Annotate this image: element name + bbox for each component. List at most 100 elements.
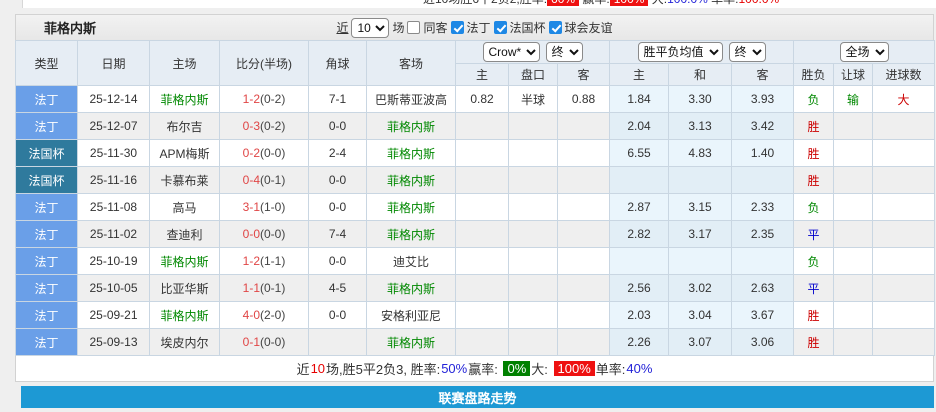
away-team: 菲格内斯 — [366, 274, 456, 302]
home-team: 菲格内斯 — [149, 85, 220, 113]
scope-select[interactable]: 全场 — [839, 42, 889, 62]
page-title: 菲格内斯 — [44, 21, 97, 36]
crow-away-odds — [556, 220, 611, 248]
half-time-score: (1-0) — [260, 200, 286, 214]
col-header-score: 比分(半场) — [219, 40, 309, 86]
half-time-score: (2-0) — [260, 308, 286, 322]
avg-away-odds: 2.63 — [731, 274, 795, 302]
avg-away-odds — [731, 247, 795, 275]
recent-count-select[interactable]: 10 — [351, 17, 390, 38]
corner-score: 7-4 — [308, 220, 367, 248]
match-date: 25-12-07 — [77, 112, 150, 140]
match-score: 1-2(1-1) — [219, 247, 309, 275]
subheader-avg-home: 主 — [609, 63, 670, 86]
crow-away-odds — [556, 301, 611, 329]
top-stats-mid1: 赢率: — [579, 0, 609, 6]
table-row: 法国杯 25-11-16 卡慕布莱 0-4(0-1) 0-0 菲格内斯胜 — [15, 166, 936, 194]
match-date: 25-09-13 — [77, 328, 150, 356]
goals-cell — [872, 139, 936, 167]
corner-score: 0-0 — [308, 247, 367, 275]
match-rows: 法丁 25-12-14 菲格内斯 1-2(0-2) 7-1 巴斯蒂亚波高 0.82 半球 0.8… — [15, 85, 936, 356]
corner-score: 7-1 — [308, 85, 367, 113]
stats-games-count: 10 — [310, 361, 326, 376]
type-badge: 法国杯 — [15, 166, 78, 194]
avg-away-odds: 3.93 — [731, 85, 795, 113]
type-badge: 法丁 — [15, 328, 78, 356]
bookmaker-select[interactable]: Crow* — [482, 42, 540, 62]
handicap-line — [508, 139, 558, 167]
half-time-score: (0-0) — [260, 335, 286, 349]
away-team: 巴斯蒂亚波高 — [366, 85, 456, 113]
match-score: 0-1(0-0) — [219, 328, 309, 356]
let-ball-cell — [833, 220, 874, 248]
panel-title-bar: 菲格内斯 近 10 场 同客 法丁 法国杯 球会友谊 — [15, 14, 934, 40]
goals-cell: 大 — [872, 85, 936, 113]
half-time-score: (0-1) — [260, 173, 286, 187]
let-ball-cell — [833, 166, 874, 194]
avg-away-odds: 2.35 — [731, 220, 795, 248]
table-row: 法丁 25-09-13 埃皮内尔 0-1(0-0) 菲格内斯 2.26 3.07 3.06 胜 — [15, 328, 936, 356]
home-team: 卡慕布莱 — [149, 166, 220, 194]
half-time-score: (0-1) — [260, 281, 286, 295]
match-history-table: 类型 日期 主场 比分(半场) 角球 客场 Crow* 终 胜平负均值 终 全场… — [15, 40, 936, 356]
subheader-handicap: 盘口 — [508, 63, 558, 86]
home-team: 布尔吉 — [149, 112, 220, 140]
home-team: 菲格内斯 — [149, 247, 220, 275]
result-cell: 胜 — [793, 328, 835, 356]
half-time-score: (1-1) — [260, 254, 286, 268]
col-header-home: 主场 — [149, 40, 220, 86]
crow-away-odds — [556, 328, 611, 356]
scope-group-header: 全场 — [793, 40, 936, 64]
home-team: 高马 — [149, 193, 220, 221]
avg-draw-odds: 3.07 — [668, 328, 733, 356]
avg-odds-select[interactable]: 胜平负均值 — [637, 42, 723, 62]
avg-odds-period-select[interactable]: 终 — [728, 42, 766, 62]
table-row: 法丁 25-11-08 高马 3-1(1-0) 0-0 菲格内斯 2.87 3.15 2.33 负 — [15, 193, 936, 221]
match-date: 25-11-08 — [77, 193, 150, 221]
type-badge: 法丁 — [15, 220, 78, 248]
corner-score: 0-0 — [308, 166, 367, 194]
recent-link[interactable]: 近 — [336, 19, 348, 36]
avg-draw-odds: 4.83 — [668, 139, 733, 167]
goals-cell — [872, 112, 936, 140]
friendly-checkbox[interactable] — [548, 21, 562, 34]
avg-draw-odds: 3.17 — [668, 220, 733, 248]
stats-big-badge: 100% — [553, 361, 595, 376]
match-score: 1-2(0-2) — [219, 85, 309, 113]
full-time-score: 0-1 — [242, 335, 260, 349]
type-badge: 法丁 — [15, 85, 78, 113]
handicap-line — [508, 112, 558, 140]
half-time-score: (0-0) — [260, 227, 286, 241]
crow-away-odds — [556, 274, 611, 302]
home-team: APM梅斯 — [149, 139, 220, 167]
crow-home-odds — [455, 247, 509, 275]
result-cell: 负 — [793, 247, 835, 275]
bookmaker-period-select[interactable]: 终 — [545, 42, 583, 62]
crow-home-odds — [455, 139, 509, 167]
subheader-crow-home: 主 — [455, 63, 509, 86]
result-cell: 负 — [793, 193, 835, 221]
avg-draw-odds: 3.04 — [668, 301, 733, 329]
full-time-score: 0-3 — [242, 119, 260, 133]
result-cell: 胜 — [793, 139, 835, 167]
avg-home-odds — [609, 166, 670, 194]
avg-home-odds: 2.03 — [609, 301, 670, 329]
top-stats-line: 近10场胜6平2负2,胜率:60% 赢率:100% 大:100.0% 单率:10… — [423, 0, 779, 7]
subheader-result: 胜负 — [793, 63, 835, 86]
league-checkbox[interactable] — [450, 21, 464, 34]
top-stats-value1: 100.0% — [667, 0, 708, 6]
type-badge: 法丁 — [15, 193, 78, 221]
home-team: 菲格内斯 — [149, 301, 220, 329]
same-away-checkbox[interactable] — [407, 21, 421, 34]
top-stats-mid2: 大: — [648, 0, 667, 6]
away-team: 菲格内斯 — [366, 193, 456, 221]
top-stats-prefix: 近10场胜6平2负2,胜率: — [423, 0, 547, 6]
full-time-score: 0-2 — [242, 146, 260, 160]
cup-checkbox[interactable] — [493, 21, 507, 34]
goals-cell — [872, 166, 936, 194]
top-clipped-stats: 近10场胜6平2负2,胜率:60% 赢率:100% 大:100.0% 单率:10… — [22, 0, 936, 8]
match-score: 1-1(0-1) — [219, 274, 309, 302]
crow-home-odds — [455, 328, 509, 356]
crow-home-odds — [455, 274, 509, 302]
cup-label: 法国杯 — [509, 21, 546, 35]
